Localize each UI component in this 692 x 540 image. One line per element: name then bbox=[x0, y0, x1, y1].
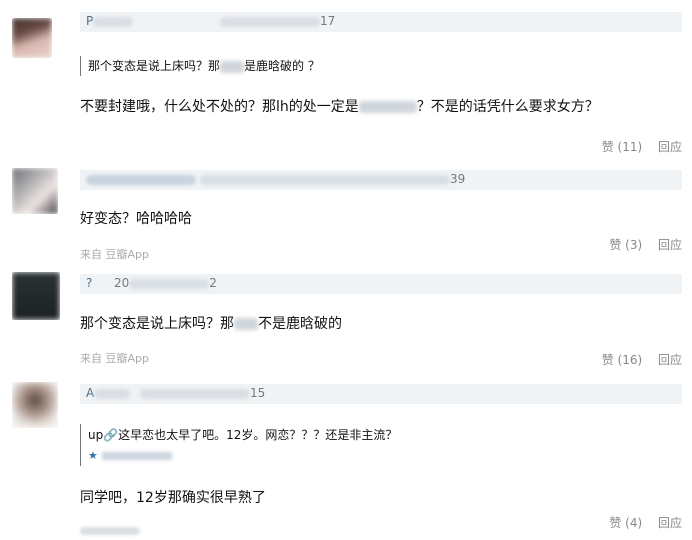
comment-source: 来自 豆瓣App bbox=[80, 248, 149, 261]
quote-author[interactable]: ★ bbox=[88, 449, 397, 462]
star-icon: ★ bbox=[88, 449, 98, 462]
comment-meta: P 17 bbox=[80, 12, 682, 32]
like-button[interactable]: 赞 (3) bbox=[609, 238, 642, 252]
comment-actions: 赞 (16) 回应 bbox=[590, 351, 682, 368]
quoted-comment: up🔗这早恋也太早了吧。12岁。网恋？？？还是非主流？ ★ bbox=[80, 424, 397, 466]
timestamp-tail: 15 bbox=[250, 386, 266, 400]
comment-actions: 赞 (11) 回应 bbox=[590, 138, 682, 155]
comment-text: 那个变态是说上床吗？那 bbox=[80, 316, 234, 332]
comment-source bbox=[80, 524, 140, 537]
timestamp: 20 2 bbox=[114, 276, 217, 290]
comment-meta: 39 bbox=[80, 170, 682, 190]
comment-text-tail: 不是鹿晗破的 bbox=[258, 316, 342, 332]
comment-meta: ? 20 2 bbox=[80, 274, 682, 294]
like-button[interactable]: 赞 (11) bbox=[602, 140, 642, 154]
username-text: A bbox=[86, 386, 95, 400]
avatar[interactable] bbox=[12, 272, 60, 320]
reply-button[interactable]: 回应 bbox=[658, 516, 682, 530]
avatar[interactable] bbox=[12, 18, 52, 58]
reply-button[interactable]: 回应 bbox=[658, 140, 682, 154]
username[interactable]: ? bbox=[86, 276, 92, 290]
timestamp-tail: 39 bbox=[450, 172, 466, 186]
timestamp-head: 20 bbox=[114, 276, 130, 290]
redacted-word bbox=[220, 60, 245, 73]
redacted-word bbox=[234, 318, 258, 330]
comment-actions: 赞 (3) 回应 bbox=[597, 236, 682, 253]
avatar[interactable] bbox=[12, 168, 58, 214]
timestamp-tail: 17 bbox=[320, 14, 336, 28]
username[interactable]: A bbox=[86, 386, 131, 400]
comment-body: 好变态？哈哈哈哈 bbox=[80, 211, 192, 227]
username[interactable]: P bbox=[86, 14, 134, 28]
comment-meta: A 15 bbox=[80, 384, 682, 404]
like-button[interactable]: 赞 (16) bbox=[602, 353, 642, 367]
quote-text-tail: 是鹿晗破的 ？ bbox=[244, 59, 320, 73]
comment-source: 来自 豆瓣App bbox=[80, 352, 149, 365]
comment-actions: 赞 (4) 回应 bbox=[597, 514, 682, 531]
reply-button[interactable]: 回应 bbox=[658, 353, 682, 367]
redacted-word bbox=[358, 101, 417, 113]
avatar[interactable] bbox=[12, 382, 58, 428]
comment-text: 不要封建哦，什么处不处的？那lh的处一定是 bbox=[80, 99, 359, 115]
timestamp: 15 bbox=[140, 386, 265, 400]
quote-text: up🔗这早恋也太早了吧。12岁。网恋？？？还是非主流？ bbox=[88, 428, 398, 442]
quoted-comment: 那个变态是说上床吗？那 是鹿晗破的 ？ bbox=[80, 56, 320, 76]
comment-body: 那个变态是说上床吗？那 不是鹿晗破的 bbox=[80, 313, 342, 333]
username-text: P bbox=[86, 14, 94, 28]
reply-button[interactable]: 回应 bbox=[658, 238, 682, 252]
comment-body: 不要封建哦，什么处不处的？那lh的处一定是 ？不是的话凭什么要求女方？ bbox=[80, 96, 599, 116]
comment-body: 同学吧，12岁那确实很早熟了 bbox=[80, 490, 266, 506]
timestamp: 39 bbox=[200, 172, 465, 186]
like-button[interactable]: 赞 (4) bbox=[609, 516, 642, 530]
timestamp: 17 bbox=[220, 14, 335, 28]
quote-text: 那个变态是说上床吗？那 bbox=[88, 59, 221, 73]
username[interactable] bbox=[86, 172, 196, 186]
comment-text-tail: ？不是的话凭什么要求女方？ bbox=[416, 99, 599, 115]
timestamp-tail: 2 bbox=[209, 276, 217, 290]
